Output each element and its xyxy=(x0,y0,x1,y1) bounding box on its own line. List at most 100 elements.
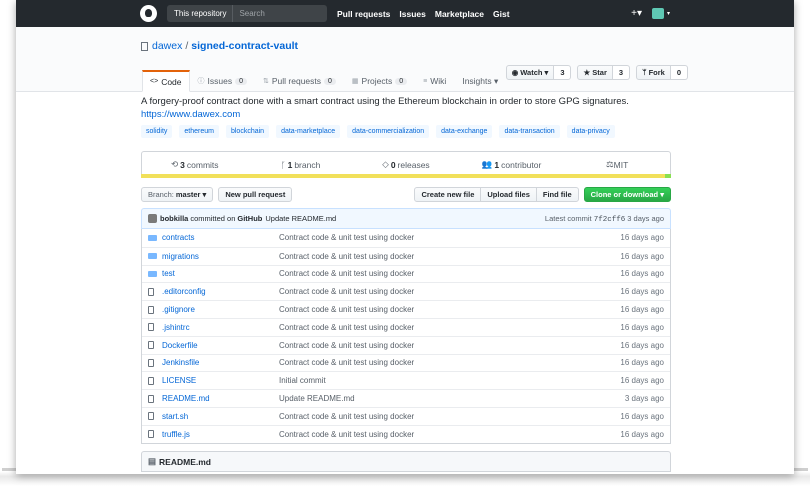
tab-projects[interactable]: ▦ Projects 0 xyxy=(344,70,415,92)
file-name-link[interactable]: Dockerfile xyxy=(162,341,279,350)
star-button[interactable]: ★ Star xyxy=(577,65,613,80)
watch-button[interactable]: ◉ Watch ▾ xyxy=(505,65,555,80)
file-row[interactable]: contracts Contract code & unit test using… xyxy=(142,229,670,247)
folder-icon xyxy=(148,234,158,241)
topic-tag[interactable]: solidity xyxy=(141,125,173,138)
readme-title: README.md xyxy=(159,456,211,467)
new-pull-request-button[interactable]: New pull request xyxy=(218,187,293,202)
topic-tag[interactable]: data-privacy xyxy=(566,125,615,138)
file-age: 16 days ago xyxy=(620,233,664,243)
topic-tag[interactable]: ethereum xyxy=(179,125,219,138)
chevron-down-icon[interactable]: ▾ xyxy=(667,10,670,17)
file-row[interactable]: .jshintrc Contract code & unit test using… xyxy=(142,317,670,336)
tab-issues[interactable]: ⓘ Issues 0 xyxy=(190,70,255,92)
file-name-link[interactable]: LICENSE xyxy=(162,376,279,385)
branch-select[interactable]: Branch: master ▾ xyxy=(141,187,214,202)
watch-count[interactable]: 3 xyxy=(554,65,572,80)
file-name-link[interactable]: migrations xyxy=(162,252,279,261)
file-name-link[interactable]: Jenkinsfile xyxy=(162,358,279,367)
file-name-link[interactable]: .gitignore xyxy=(162,305,279,314)
author-avatar[interactable] xyxy=(148,214,157,223)
topic-tag[interactable]: data-transaction xyxy=(499,125,560,138)
tab-issues-label: Issues xyxy=(207,76,233,86)
file-name-link[interactable]: test xyxy=(162,269,279,278)
commit-message[interactable]: Update README.md xyxy=(265,214,336,223)
tab-wiki[interactable]: ≡ Wiki xyxy=(415,70,454,92)
file-commit-message[interactable]: Contract code & unit test using docker xyxy=(279,305,620,314)
topic-tag[interactable]: data-exchange xyxy=(436,125,493,138)
commits-count: 3 xyxy=(180,159,185,170)
file-name-link[interactable]: .editorconfig xyxy=(162,287,279,296)
file-row[interactable]: Jenkinsfile Contract code & unit test usi… xyxy=(142,353,670,372)
nav-marketplace[interactable]: Marketplace xyxy=(435,9,484,19)
file-row[interactable]: truffle.js Contract code & unit test usin… xyxy=(142,424,670,443)
file-commit-message[interactable]: Contract code & unit test using docker xyxy=(279,412,620,421)
search-box[interactable]: This repository Search xyxy=(167,5,327,22)
file-name-link[interactable]: README.md xyxy=(162,394,279,403)
committed-text: committed on xyxy=(190,214,236,223)
file-commit-message[interactable]: Contract code & unit test using docker xyxy=(279,323,620,332)
file-age: 16 days ago xyxy=(620,411,664,421)
folder-icon xyxy=(148,270,158,277)
file-commit-message[interactable]: Contract code & unit test using docker xyxy=(279,287,620,296)
tab-pull-requests[interactable]: ⇅ Pull requests 0 xyxy=(255,70,344,92)
file-name-link[interactable]: start.sh xyxy=(162,412,279,421)
topic-tag[interactable]: data-commercialization xyxy=(347,125,430,138)
topic-tag[interactable]: blockchain xyxy=(225,125,270,138)
repo-homepage-link[interactable]: https://www.dawex.com xyxy=(141,109,671,120)
tab-insights-label: Insights ▾ xyxy=(462,75,499,86)
search-input[interactable]: Search xyxy=(233,9,264,18)
search-scope: This repository xyxy=(167,5,234,22)
book-icon: ▤ xyxy=(148,456,157,466)
file-name-link[interactable]: truffle.js xyxy=(162,430,279,439)
file-name-link[interactable]: .jshintrc xyxy=(162,323,279,332)
file-commit-message[interactable]: Contract code & unit test using docker xyxy=(279,358,620,367)
repo-owner-link[interactable]: dawex xyxy=(152,40,182,52)
file-commit-message[interactable]: Update README.md xyxy=(279,394,625,403)
file-row[interactable]: migrations Contract code & unit test usin… xyxy=(142,246,670,265)
header-nav: Pull requests Issues Marketplace Gist xyxy=(337,9,519,19)
file-icon xyxy=(148,358,158,367)
file-row[interactable]: Dockerfile Contract code & unit test usin… xyxy=(142,335,670,354)
file-row[interactable]: .editorconfig Contract code & unit test u… xyxy=(142,282,670,300)
nav-issues[interactable]: Issues xyxy=(399,9,425,19)
file-age: 3 days ago xyxy=(624,394,664,404)
clone-download-button[interactable]: Clone or download ▾ xyxy=(583,187,671,202)
create-new-menu[interactable]: +▾ xyxy=(631,8,642,19)
tag-icon: ◇ xyxy=(382,159,389,169)
nav-pull-requests[interactable]: Pull requests xyxy=(337,9,390,19)
tab-insights[interactable]: Insights ▾ xyxy=(454,70,506,92)
user-avatar[interactable] xyxy=(651,8,664,19)
projects-counter: 0 xyxy=(395,77,408,85)
star-count[interactable]: 3 xyxy=(612,65,631,80)
people-icon: 👥 xyxy=(481,159,493,169)
file-row[interactable]: LICENSE Initial commit 16 days ago xyxy=(142,371,670,389)
file-row[interactable]: .gitignore Contract code & unit test usin… xyxy=(142,300,670,318)
file-commit-message[interactable]: Initial commit xyxy=(279,376,620,385)
pull-request-icon: ⇅ xyxy=(263,78,269,85)
tab-projects-label: Projects xyxy=(361,76,393,86)
language-bar[interactable] xyxy=(141,174,671,178)
fork-button[interactable]: ᛘ Fork xyxy=(636,65,671,80)
fork-count[interactable]: 0 xyxy=(670,65,688,80)
commit-sha-link[interactable]: 7f2cff6 xyxy=(594,216,626,224)
commit-author[interactable]: bobkilla xyxy=(160,214,188,223)
topic-tag[interactable]: data-marketplace xyxy=(276,125,341,138)
file-commit-message[interactable]: Contract code & unit test using docker xyxy=(279,269,620,278)
file-commit-message[interactable]: Contract code & unit test using docker xyxy=(279,430,620,439)
create-new-file-button[interactable]: Create new file xyxy=(414,187,482,202)
file-row[interactable]: test Contract code & unit test using dock… xyxy=(142,264,670,283)
file-commit-message[interactable]: Contract code & unit test using docker xyxy=(279,233,620,242)
tab-code[interactable]: <> Code xyxy=(142,70,190,92)
file-name-link[interactable]: contracts xyxy=(162,233,279,242)
nav-gist[interactable]: Gist xyxy=(493,9,510,19)
file-list: contracts Contract code & unit test using… xyxy=(141,229,671,444)
file-commit-message[interactable]: Contract code & unit test using docker xyxy=(279,252,620,261)
github-logo-icon[interactable] xyxy=(140,5,157,22)
file-commit-message[interactable]: Contract code & unit test using docker xyxy=(279,341,620,350)
upload-files-button[interactable]: Upload files xyxy=(480,187,537,202)
file-row[interactable]: start.sh Contract code & unit test using … xyxy=(142,406,670,425)
find-file-button[interactable]: Find file xyxy=(535,187,579,202)
repo-name-link[interactable]: signed-contract-vault xyxy=(191,40,298,52)
file-row[interactable]: README.md Update README.md 3 days ago xyxy=(142,389,670,407)
